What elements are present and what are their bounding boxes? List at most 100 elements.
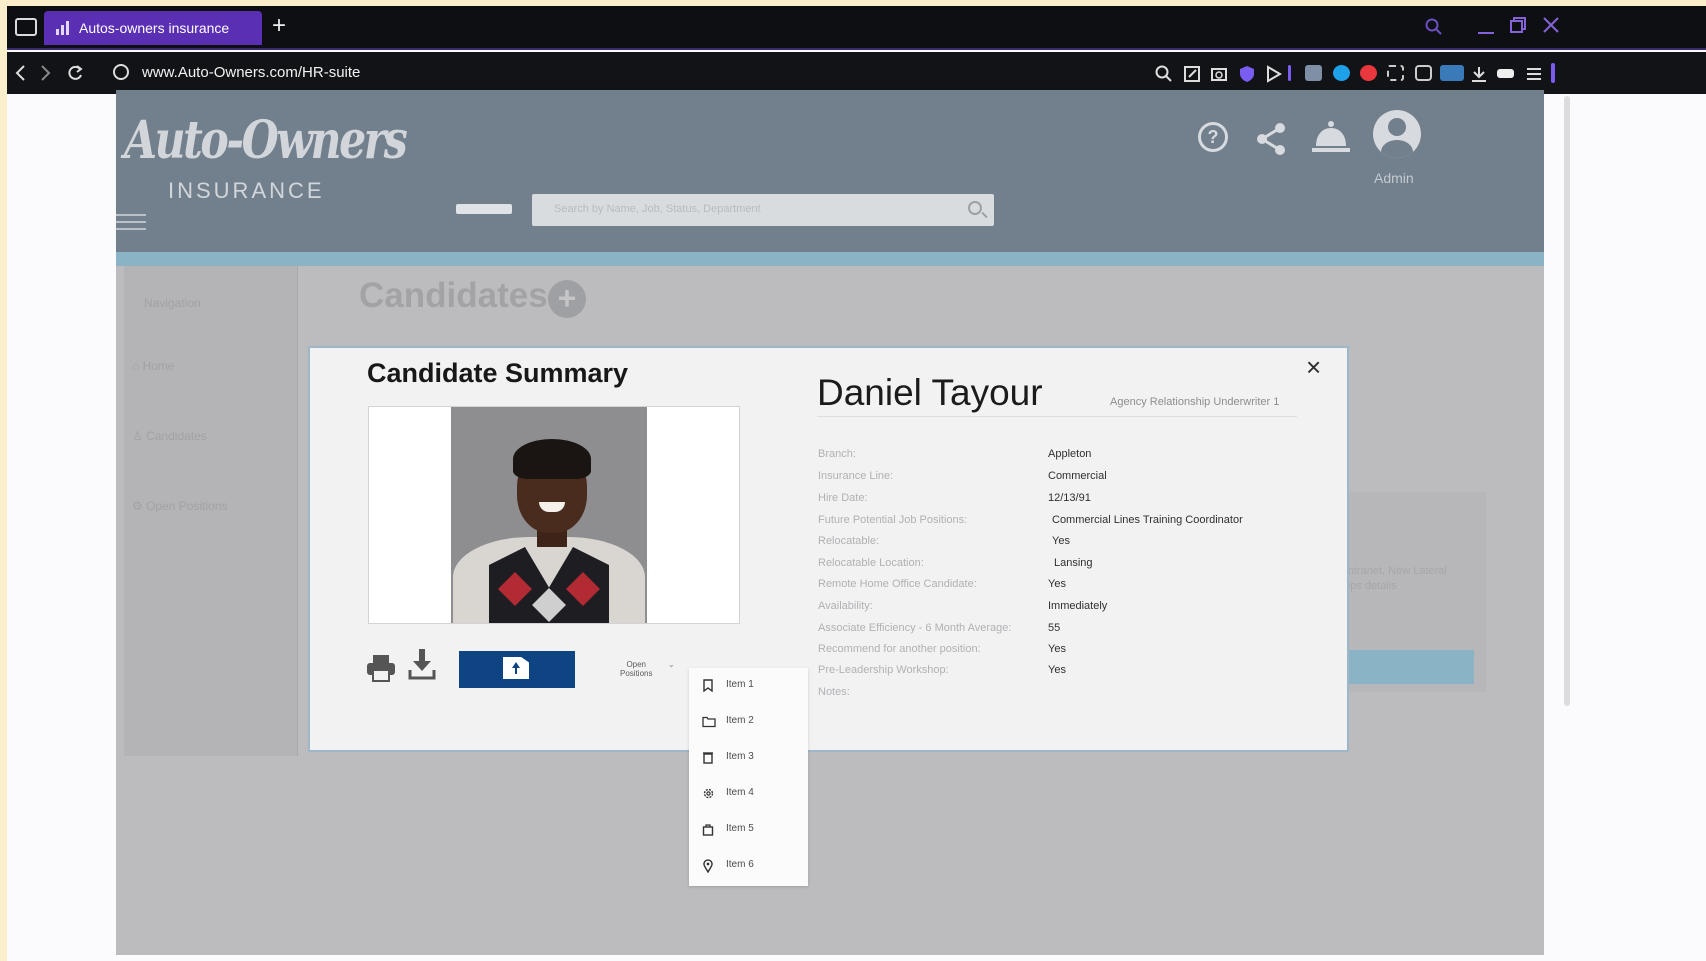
browser-tab[interactable]: Autos-owners insurance [44, 11, 262, 45]
candidate-role: Agency Relationship Underwriter 1 [1110, 396, 1280, 408]
menu-item-label: Item 6 [726, 859, 754, 870]
field-label: Hire Date: [818, 492, 868, 504]
bookmark-icon [703, 679, 713, 692]
page-scrollbar[interactable] [1564, 96, 1570, 706]
menu-item[interactable]: Item 2 [689, 704, 808, 740]
upload-button[interactable] [459, 651, 575, 688]
cube-icon[interactable] [1415, 65, 1432, 81]
menu-item-label: Item 2 [726, 715, 754, 726]
sidebar-item-open-positions[interactable]: ⚙ Open Positions [132, 499, 227, 513]
field-label: Branch: [818, 448, 856, 460]
share-icon[interactable] [1254, 122, 1288, 156]
menu-item[interactable]: Item 5 [689, 812, 808, 848]
candidate-summary-modal: Candidate Summary × Open Positions ⌄ Dan… [308, 346, 1349, 752]
print-icon[interactable] [366, 654, 396, 682]
map-pin-icon [703, 859, 713, 873]
forward-icon[interactable] [39, 64, 53, 82]
home-icon: ⌂ [132, 359, 143, 373]
user-label: Admin [1374, 170, 1414, 186]
field-label: Relocatable Location: [818, 557, 924, 569]
search-icon[interactable] [968, 201, 982, 215]
sidebar-item-label: Open Positions [146, 499, 228, 513]
url-field[interactable]: www.Auto-Owners.com/HR-suite [142, 64, 360, 81]
gear-icon [703, 788, 714, 799]
sidebar-toggle[interactable] [1551, 63, 1555, 83]
gear-icon: ⚙ [132, 499, 147, 513]
extension-icon[interactable] [1440, 65, 1464, 81]
field-value: Commercial [1048, 470, 1107, 482]
user-avatar-icon[interactable] [1373, 110, 1421, 158]
extension-icon[interactable] [1360, 65, 1377, 81]
field-value: Commercial Lines Training Coordinator [1052, 514, 1243, 526]
field-label: Remote Home Office Candidate: [818, 578, 977, 590]
search-filter-chip[interactable] [456, 204, 512, 214]
minimize-icon[interactable] [1477, 20, 1495, 36]
shield-icon[interactable] [1238, 65, 1256, 83]
close-window-icon[interactable] [1542, 16, 1560, 34]
help-icon[interactable]: ? [1198, 122, 1228, 152]
menu-item-label: Item 3 [726, 751, 754, 762]
edit-icon[interactable] [1183, 65, 1201, 83]
field-label: Recommend for another position: [818, 643, 981, 655]
camera-icon[interactable] [1210, 65, 1228, 83]
download-icon[interactable] [1470, 65, 1488, 83]
sidebar-item-home[interactable]: ⌂ Home [132, 359, 175, 373]
sidebar-item-label: Candidates [146, 429, 207, 443]
back-icon[interactable] [13, 64, 27, 82]
candidate-photo-frame [368, 406, 740, 624]
tab-groups-icon[interactable] [15, 18, 37, 36]
zoom-icon[interactable] [1155, 65, 1173, 83]
extension-icon[interactable] [1305, 65, 1322, 81]
browser-tab-bar: Autos-owners insurance + [7, 6, 1706, 50]
field-label: Insurance Line: [818, 470, 894, 482]
header-accent-strip [116, 252, 1544, 266]
menu-item[interactable]: Item 1 [689, 668, 808, 704]
field-label: Associate Efficiency - 6 Month Average: [818, 622, 1012, 634]
screenshot-icon[interactable] [1387, 65, 1404, 81]
company-logo[interactable]: Auto-Owners [124, 110, 408, 171]
divider [817, 416, 1297, 417]
field-label: Availability: [818, 600, 873, 612]
new-tab-button[interactable]: + [272, 12, 286, 40]
field-value: 12/13/91 [1048, 492, 1091, 504]
company-logo-subtitle: INSURANCE [168, 178, 325, 203]
field-label: Future Potential Job Positions: [818, 514, 968, 526]
app-header: Auto-Owners INSURANCE Search by Name, Jo… [116, 90, 1544, 252]
side-navigation: Navigation ⌂ Home ♙ Candidates ⚙ Open Po… [124, 266, 298, 756]
browser-address-bar: www.Auto-Owners.com/HR-suite [7, 52, 1706, 94]
menu-item[interactable]: Item 6 [689, 848, 808, 884]
field-value: Immediately [1048, 600, 1108, 612]
site-info-icon[interactable] [113, 64, 129, 80]
tab-title: Autos-owners insurance [79, 20, 230, 36]
trash-icon [703, 752, 713, 764]
menu-icon[interactable] [1525, 65, 1543, 83]
battery-icon[interactable] [1497, 69, 1514, 78]
menu-item-label: Item 1 [726, 679, 754, 690]
sidebar-item-label: Home [142, 359, 175, 373]
play-icon[interactable] [1265, 65, 1283, 83]
field-label: Pre-Leadership Workshop: [818, 664, 949, 676]
reload-icon[interactable] [66, 64, 84, 82]
search-icon[interactable] [1425, 18, 1443, 36]
service-bell-icon[interactable] [1312, 120, 1350, 154]
chart-favicon-icon [56, 21, 70, 35]
chevron-down-icon[interactable]: ⌄ [668, 660, 675, 669]
field-value: Yes [1048, 578, 1066, 590]
toolbar-divider [1288, 65, 1291, 81]
menu-item[interactable]: Item 3 [689, 740, 808, 776]
download-icon[interactable] [408, 648, 436, 680]
restore-icon[interactable] [1509, 16, 1527, 34]
extension-icon[interactable] [1333, 65, 1350, 81]
search-input[interactable]: Search by Name, Job, Status, Department [532, 194, 994, 226]
sidenav-title: Navigation [144, 296, 201, 310]
sidebar-item-candidates[interactable]: ♙ Candidates [132, 429, 207, 443]
close-modal-button[interactable]: × [1306, 354, 1321, 380]
menu-item[interactable]: Item 4 [689, 776, 808, 812]
add-candidate-button[interactable]: + [548, 280, 586, 318]
hamburger-menu-icon[interactable] [116, 214, 146, 230]
modal-title: Candidate Summary [367, 358, 629, 388]
field-value: Appleton [1048, 448, 1092, 460]
open-positions-dropdown-label[interactable]: Open Positions [620, 660, 652, 678]
candidate-name: Daniel Tayour [817, 372, 1043, 413]
menu-item-label: Item 5 [726, 823, 754, 834]
